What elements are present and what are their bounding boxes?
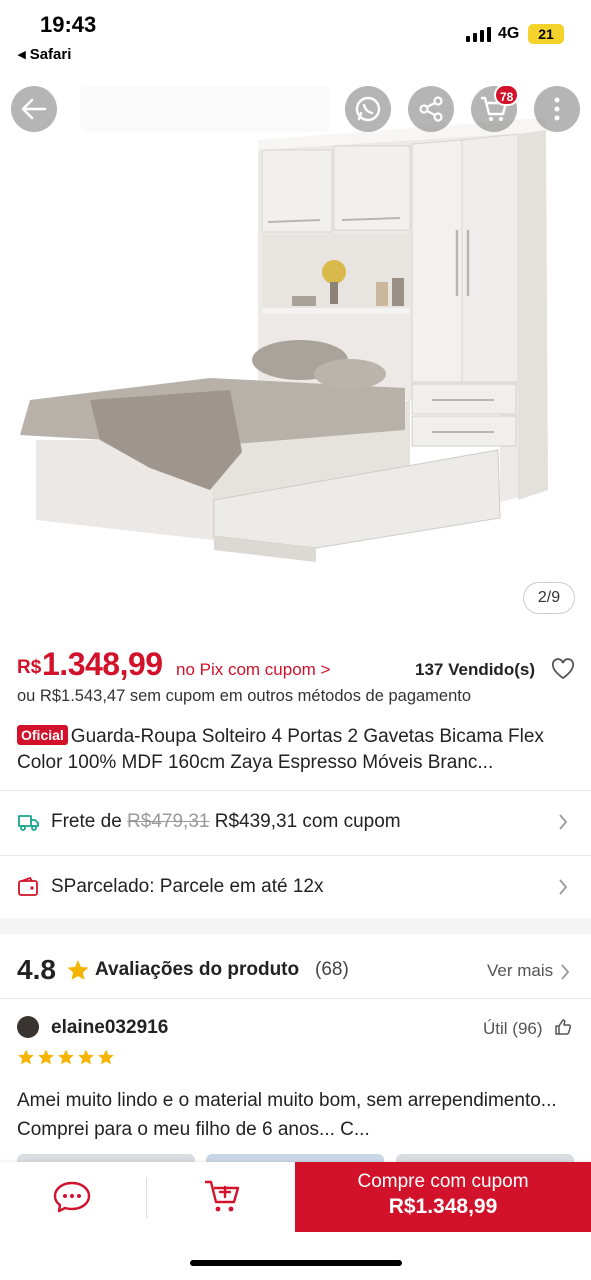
network-type: 4G <box>498 25 520 42</box>
wallet-icon <box>18 876 38 896</box>
review-stars <box>17 1048 115 1066</box>
separator <box>146 1178 147 1218</box>
star-icon <box>58 1049 74 1065</box>
star-icon <box>98 1049 114 1065</box>
installments-text: SParcelado: Parcele em até 12x <box>51 876 324 897</box>
star-icon <box>67 960 89 980</box>
whatsapp-share-button[interactable] <box>345 86 391 132</box>
price-currency: R$ <box>17 657 42 678</box>
shipping-row[interactable]: Frete de R$479,31 R$439,31 com cupom <box>0 791 591 855</box>
status-bar: 19:43 ◂ Safari 4G 21 <box>0 0 591 70</box>
avatar <box>17 1016 39 1038</box>
official-badge: Oficial <box>17 725 68 745</box>
shipping-text: Frete de R$479,31 R$439,31 com cupom <box>51 811 401 833</box>
ratings-count: (68) <box>315 959 349 980</box>
search-input[interactable] <box>80 86 330 132</box>
more-options-button[interactable] <box>534 86 580 132</box>
home-indicator <box>190 1260 402 1266</box>
signal-icon <box>466 26 491 42</box>
installments-row[interactable]: SParcelado: Parcele em até 12x <box>0 856 591 920</box>
star-icon <box>78 1049 94 1065</box>
see-more-link[interactable]: Ver mais <box>487 961 553 981</box>
chevron-right-icon <box>559 814 568 830</box>
divider <box>0 998 591 999</box>
shipping-new-price: R$439,31 com cupom <box>214 811 401 832</box>
add-to-cart-button[interactable] <box>203 1178 243 1218</box>
review-text: Amei muito lindo e o material muito bom,… <box>17 1090 557 1140</box>
whatsapp-icon <box>355 96 381 122</box>
back-to-safari-link[interactable]: ◂ Safari <box>18 45 71 63</box>
ratings-header[interactable]: 4.8 Avaliações do produto (68) Ver mais <box>0 940 591 998</box>
review-username: elaine032916 <box>51 1017 169 1038</box>
price-value: 1.348,99 <box>42 646 163 682</box>
chat-button[interactable] <box>52 1180 96 1216</box>
ratings-title: Avaliações do produto <box>95 959 300 980</box>
rating-value: 4.8 <box>17 954 56 985</box>
product-photo <box>20 118 548 562</box>
cart-plus-icon <box>205 1180 240 1212</box>
product-image-gallery[interactable]: 78 2/9 <box>0 70 591 640</box>
image-counter: 2/9 <box>523 582 575 614</box>
battery-icon: 21 <box>528 24 564 44</box>
product-title-text: Guarda-Roupa Solteiro 4 Portas 2 Gavetas… <box>17 726 544 773</box>
buy-with-coupon-button[interactable]: Compre com cupom R$1.348,99 <box>295 1162 591 1232</box>
chat-icon <box>53 1181 91 1213</box>
buy-button-label: Compre com cupom <box>357 1171 529 1192</box>
chevron-right-icon <box>561 964 570 980</box>
product-title: Oficial Guarda-Roupa Solteiro 4 Portas 2 … <box>17 724 577 776</box>
share-icon <box>419 96 443 122</box>
truck-icon <box>18 815 39 831</box>
star-icon <box>18 1049 34 1065</box>
star-icon <box>38 1049 54 1065</box>
pix-coupon-link[interactable]: no Pix com cupom > <box>176 660 331 680</box>
shipping-prefix: Frete de <box>51 811 122 832</box>
sold-count: 137 Vendido(s) <box>415 660 535 679</box>
alternative-price: ou R$1.543,47 sem cupom em outros método… <box>17 687 472 705</box>
share-button[interactable] <box>408 86 454 132</box>
shipping-old-price: R$479,31 <box>127 811 210 832</box>
helpful-count[interactable]: Útil (96) <box>483 1019 543 1039</box>
thumbs-up-icon[interactable] <box>554 1018 572 1036</box>
more-vertical-icon <box>554 97 560 121</box>
back-button[interactable] <box>11 86 57 132</box>
review-card: elaine032916 Útil (96) Amei muito lindo … <box>0 1000 591 1160</box>
price-row: R$ 1.348,99 no Pix com cupom > 137 Vendi… <box>17 644 577 684</box>
arrow-left-icon <box>21 98 47 120</box>
section-gap <box>0 918 591 934</box>
status-time: 19:43 <box>40 12 97 37</box>
heart-icon[interactable] <box>551 658 575 680</box>
cart-count-badge: 78 <box>494 84 520 106</box>
chevron-right-icon <box>559 879 568 895</box>
buy-button-price: R$1.348,99 <box>388 1195 498 1218</box>
